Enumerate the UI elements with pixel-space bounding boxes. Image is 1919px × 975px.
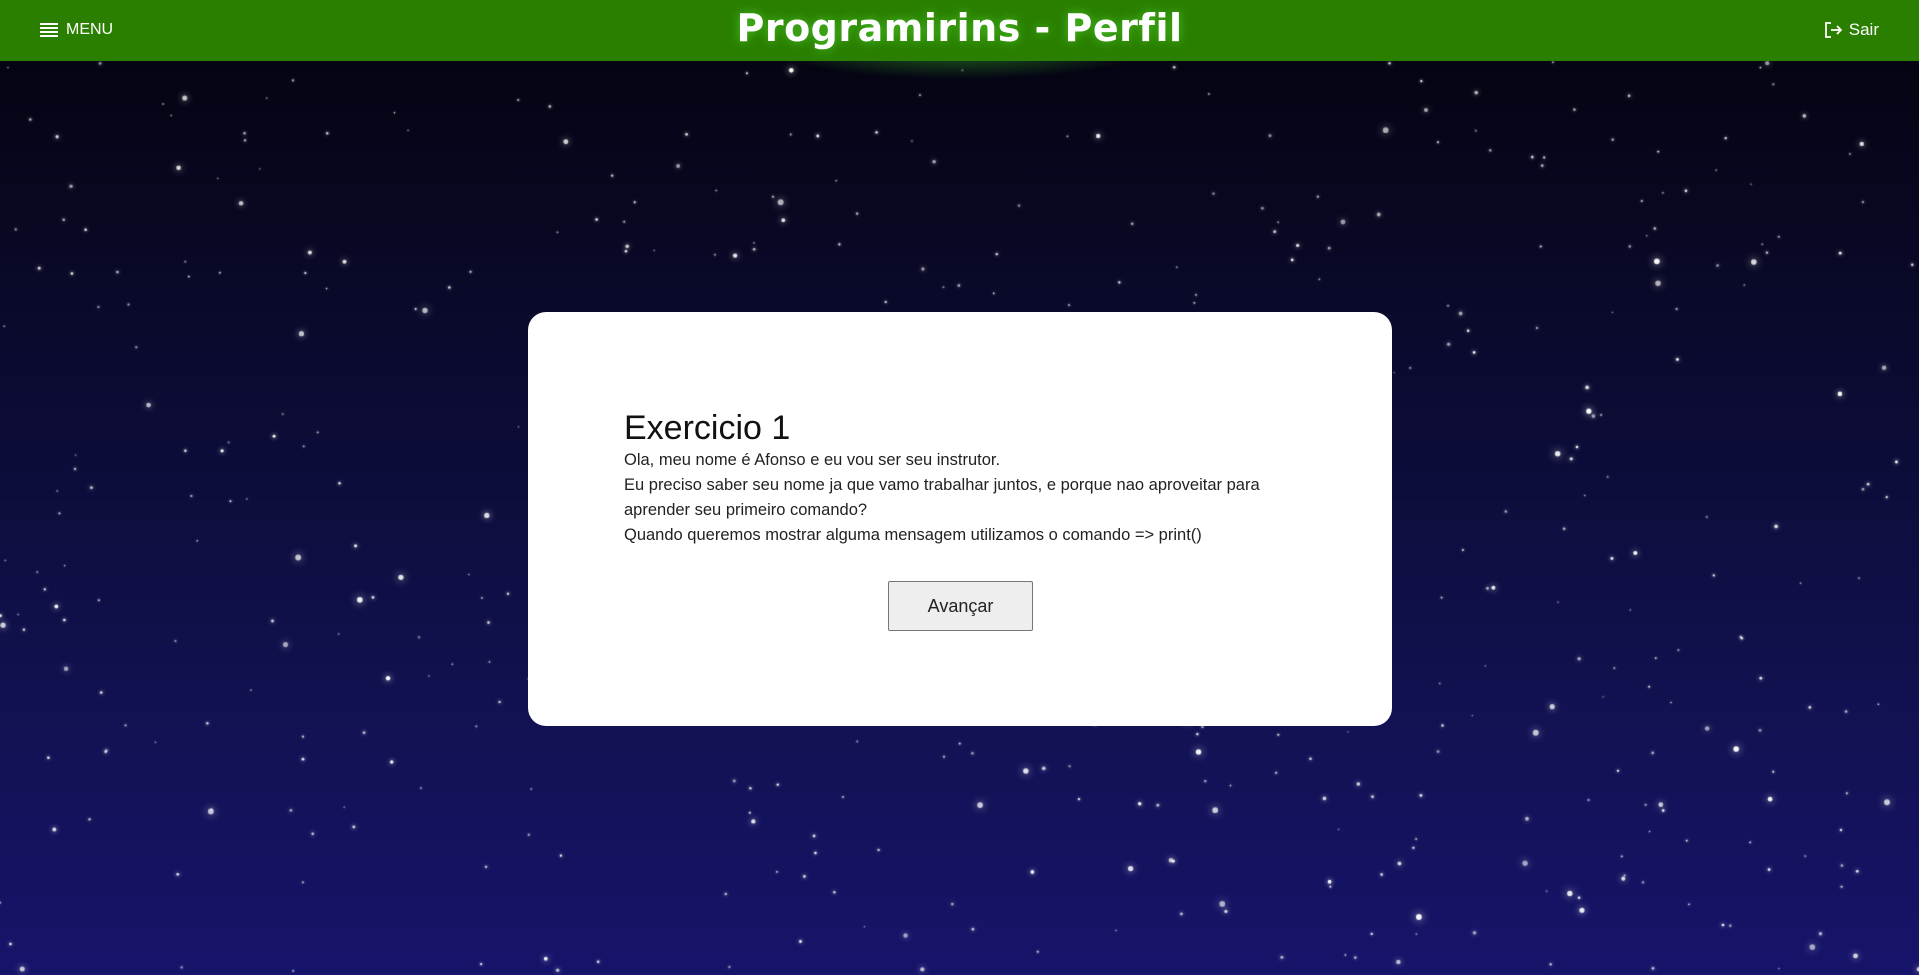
logout-label: Sair [1848,20,1879,39]
advance-button[interactable]: Avançar [888,581,1033,631]
exercise-title: Exercicio 1 [624,409,791,447]
page-title: Programirins - Perfil [736,6,1183,50]
exercise-text-line: Quando queremos mostrar alguma mensagem … [624,526,1202,544]
logout-button[interactable]: Sair [1823,18,1879,42]
exercise-card: Exercicio 1 Ola, meu nome é Afonso e eu … [528,312,1392,726]
logout-icon [1823,20,1843,40]
exercise-text-line: Ola, meu nome é Afonso e eu vou ser seu … [624,451,1001,469]
exercise-text-line: Eu preciso saber seu nome ja que vamo tr… [624,476,1260,519]
top-bar: MENU Programirins - Perfil Sair [0,0,1919,61]
exercise-content: Exercicio 1 Ola, meu nome é Afonso e eu … [624,408,1324,548]
